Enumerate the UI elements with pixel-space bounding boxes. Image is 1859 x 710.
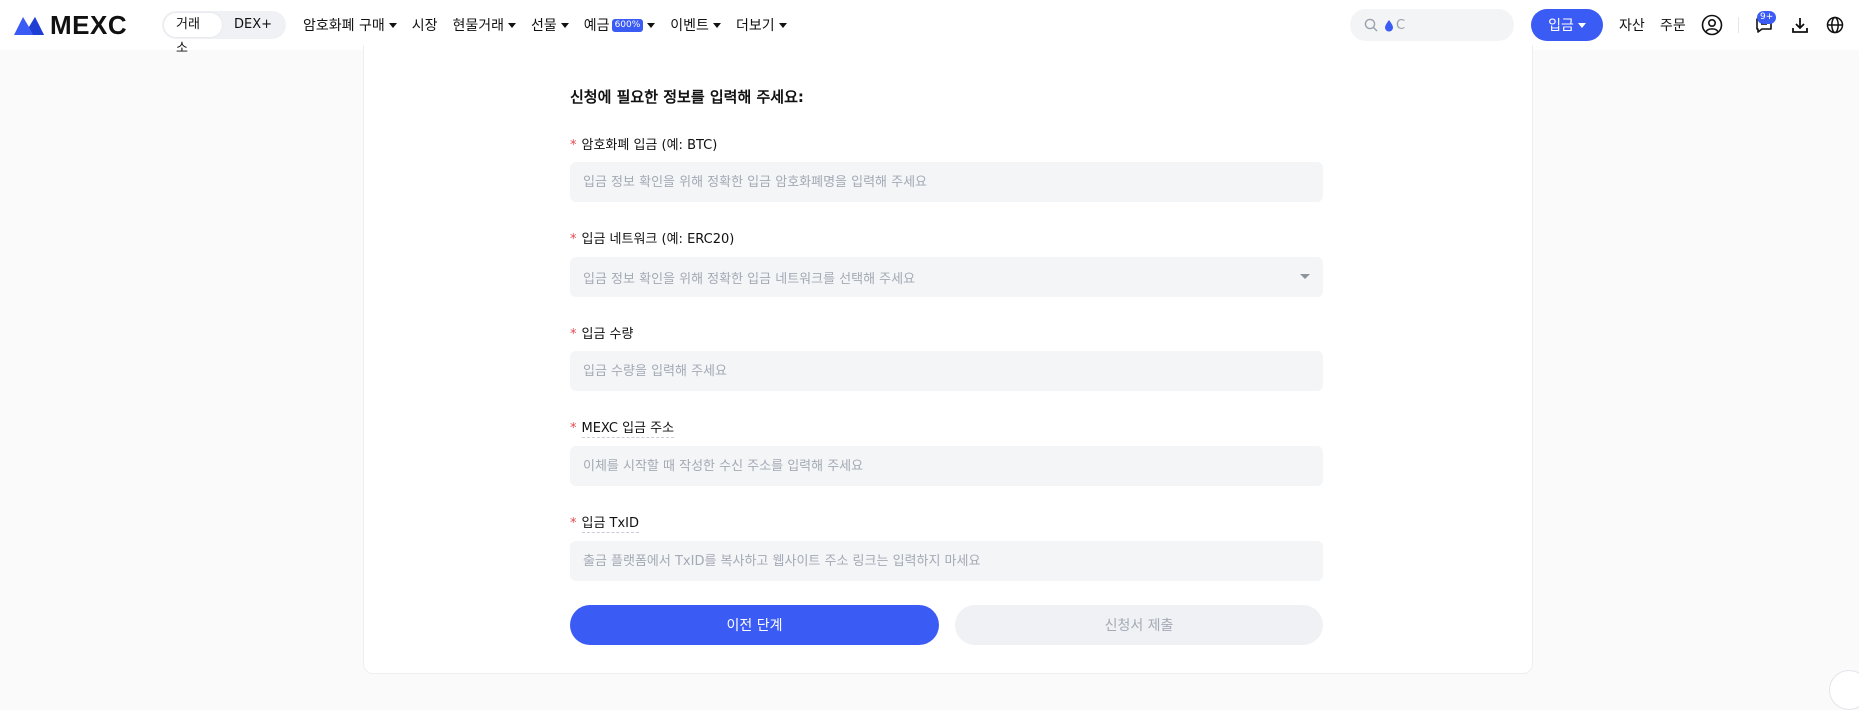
form-title: 신청에 필요한 정보를 입력해 주세요: (570, 88, 804, 106)
search-placeholder-text: C (1396, 17, 1406, 33)
required-mark: * (570, 516, 577, 531)
search-placeholder: C (1384, 18, 1405, 33)
language-button[interactable] (1823, 13, 1847, 37)
deposit-button-label: 입금 (1548, 18, 1574, 34)
required-mark: * (570, 421, 577, 436)
required-mark: * (570, 327, 577, 342)
deposit-address-input[interactable] (570, 446, 1323, 486)
amount-input[interactable] (570, 351, 1323, 391)
nav-buy-crypto-label: 암호화폐 구매 (303, 18, 385, 34)
nav-earn[interactable]: 예금 600% (584, 15, 656, 35)
caret-down-icon (712, 22, 721, 28)
caret-down-icon (1577, 22, 1586, 28)
nav-buy-crypto[interactable]: 암호화폐 구매 (303, 15, 397, 35)
deposit-button[interactable]: 입금 (1531, 9, 1603, 41)
caret-down-icon (508, 22, 517, 28)
nav-futures-label: 선물 (531, 18, 557, 34)
earn-apy-badge: 600% (611, 18, 644, 32)
previous-step-button[interactable]: 이전 단계 (570, 605, 939, 645)
network-select[interactable]: 입금 정보 확인을 위해 정확한 입금 네트워크를 선택해 주세요 (570, 257, 1323, 297)
orders-link[interactable]: 주문 (1660, 15, 1686, 35)
nav-futures[interactable]: 선물 (531, 15, 569, 35)
nav-markets-label: 시장 (411, 18, 438, 34)
field-label-txid: * 입금 TxID (570, 512, 640, 533)
txid-input[interactable] (570, 541, 1323, 581)
search-icon (1364, 18, 1378, 32)
nav-more-label: 더보기 (735, 18, 775, 34)
field-label-network-text: 입금 네트워크 (예: ERC20) (581, 232, 735, 247)
mexc-logo[interactable]: MEXC (12, 10, 128, 40)
nav-earn-label: 예금 (583, 18, 610, 34)
search-bar[interactable]: C (1350, 9, 1514, 41)
segment-dex[interactable]: DEX+ (222, 13, 284, 37)
nav-spot[interactable]: 현물거래 (453, 15, 517, 35)
submit-application-button[interactable]: 신청서 제출 (955, 605, 1323, 645)
previous-step-label: 이전 단계 (726, 618, 783, 634)
required-mark: * (570, 232, 577, 247)
main-nav: 암호화폐 구매 시장 현물거래 선물 예금 600% 이벤트 더보기 (303, 0, 802, 50)
caret-down-icon (560, 22, 569, 28)
globe-icon (1826, 16, 1844, 34)
nav-markets[interactable]: 시장 (412, 15, 438, 35)
network-select-placeholder: 입금 정보 확인을 위해 정확한 입금 네트워크를 선택해 주세요 (583, 271, 916, 287)
crypto-input[interactable] (570, 162, 1323, 202)
nav-spot-label: 현물거래 (452, 18, 505, 34)
assets-link[interactable]: 자산 (1619, 15, 1645, 35)
header-divider (1738, 17, 1739, 33)
floating-chat-button[interactable] (1829, 670, 1859, 710)
nav-events-label: 이벤트 (670, 18, 709, 34)
submit-application-label: 신청서 제출 (1104, 618, 1174, 634)
field-label-address-text: MEXC 입금 주소 (581, 421, 675, 438)
logo-text: MEXC (50, 10, 128, 40)
caret-down-icon (647, 22, 656, 28)
top-navigation-bar: MEXC 거래소 DEX+ 암호화폐 구매 시장 현물거래 선물 예금 600%… (0, 0, 1859, 56)
download-icon (1792, 18, 1808, 33)
field-label-txid-text: 입금 TxID (581, 516, 640, 533)
field-label-amount-text: 입금 수량 (581, 327, 634, 342)
field-label-address: * MEXC 입금 주소 (570, 417, 675, 438)
nav-more[interactable]: 더보기 (736, 15, 787, 35)
caret-down-icon (778, 22, 787, 28)
field-label-crypto: * 암호화폐 입금 (예: BTC) (570, 134, 717, 153)
caret-down-icon (388, 22, 397, 28)
chevron-down-icon (1300, 274, 1310, 279)
nav-events[interactable]: 이벤트 (670, 15, 721, 35)
notification-count-badge: 9+ (1757, 11, 1777, 24)
coin-drop-icon (1385, 19, 1393, 31)
mexc-logo-icon (14, 17, 44, 35)
field-label-crypto-text: 암호화폐 입금 (예: BTC) (581, 138, 718, 153)
exchange-dex-switch: 거래소 DEX+ (162, 11, 286, 56)
account-button[interactable] (1700, 13, 1724, 37)
segment-exchange[interactable]: 거래소 (164, 13, 222, 56)
required-mark: * (570, 138, 577, 153)
field-label-network: * 입금 네트워크 (예: ERC20) (570, 228, 734, 247)
download-button[interactable] (1788, 13, 1812, 37)
user-icon (1701, 14, 1723, 36)
field-label-amount: * 입금 수량 (570, 323, 633, 342)
